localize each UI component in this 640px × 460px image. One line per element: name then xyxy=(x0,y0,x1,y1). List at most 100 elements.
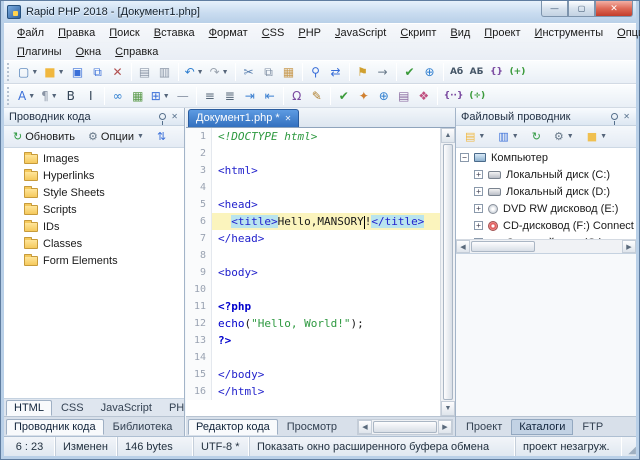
toolbar-grip[interactable] xyxy=(7,63,12,81)
tree-item[interactable]: Images xyxy=(4,150,184,167)
sort-button[interactable]: ⇅ xyxy=(152,128,171,146)
code-line[interactable]: 2 xyxy=(186,145,440,162)
close-document-button[interactable]: ✕ xyxy=(108,62,128,82)
file-options-button[interactable]: ⚙▼ xyxy=(549,128,579,146)
menu-item[interactable]: Формат xyxy=(202,25,255,41)
pin-icon[interactable] xyxy=(159,113,166,120)
toolbar-grip[interactable] xyxy=(7,87,12,105)
insert-table-button[interactable]: ⊞▼ xyxy=(148,86,173,106)
code-line[interactable]: 1<!DOCTYPE html> xyxy=(186,128,440,145)
goto-line-button[interactable]: → xyxy=(373,62,393,82)
color-palette-button[interactable]: ❖ xyxy=(414,86,434,106)
redo-button[interactable]: ↷▼ xyxy=(207,62,232,82)
syntax-check-button[interactable]: ✔ xyxy=(334,86,354,106)
expand-icon[interactable]: + xyxy=(474,187,483,196)
code-line[interactable]: 7</head> xyxy=(186,230,440,247)
resize-grip[interactable]: ◢ xyxy=(622,437,636,456)
close-button[interactable]: ✕ xyxy=(595,1,633,17)
bookmark-button[interactable]: ⚑ xyxy=(353,62,373,82)
code-pair-button[interactable]: {··} xyxy=(441,86,467,106)
tab-проект[interactable]: Проект xyxy=(458,419,510,435)
horizontal-scrollbar[interactable]: ◀ ▶ xyxy=(357,419,453,435)
find-button[interactable]: ⚲ xyxy=(306,62,326,82)
file-tree-item[interactable]: +CD-дисковод (F:) Connect Mana xyxy=(456,217,636,234)
menu-item[interactable]: Вставка xyxy=(147,25,202,41)
code-line[interactable]: 9<body> xyxy=(186,264,440,281)
menu-item[interactable]: Окна xyxy=(69,44,109,60)
scroll-right-icon[interactable]: ▶ xyxy=(622,240,636,253)
lowercase-tools-button[interactable]: Аб xyxy=(447,62,467,82)
refresh-files-button[interactable]: ↻ xyxy=(527,128,546,146)
indent-button[interactable]: ⇥ xyxy=(240,86,260,106)
scroll-up-icon[interactable]: ▲ xyxy=(441,128,455,143)
refresh-button[interactable]: ↻ Обновить xyxy=(8,128,80,146)
menu-item[interactable]: Опции xyxy=(610,25,640,41)
spell-check-button[interactable]: ✔ xyxy=(400,62,420,82)
file-tree-item[interactable]: −Компьютер xyxy=(456,149,636,166)
copy-button[interactable]: ⧉ xyxy=(259,62,279,82)
root-folder-button[interactable]: ■▼ xyxy=(582,128,612,146)
print-preview-button[interactable]: ▥ xyxy=(155,62,175,82)
web-preview-button[interactable]: ⊕ xyxy=(374,86,394,106)
scroll-left-icon[interactable]: ◀ xyxy=(456,240,470,253)
panel-close-icon[interactable]: ✕ xyxy=(622,112,631,121)
tab-javascript[interactable]: JavaScript xyxy=(93,400,160,416)
menu-item[interactable]: Поиск xyxy=(102,25,146,41)
vertical-scroll-thumb[interactable] xyxy=(443,144,453,400)
file-tree-item[interactable]: +Локальный диск (C:) xyxy=(456,166,636,183)
numbered-list-button[interactable]: ≣ xyxy=(220,86,240,106)
file-tree-item[interactable]: +Локальный диск (D:) xyxy=(456,183,636,200)
horizontal-rule-button[interactable]: — xyxy=(173,86,193,106)
list-view-button[interactable]: ▥▼ xyxy=(493,128,523,146)
tab-библиотека[interactable]: Библиотека xyxy=(105,419,181,435)
code-line[interactable]: 4 xyxy=(186,179,440,196)
horizontal-scroll-thumb[interactable] xyxy=(373,421,437,433)
bullet-list-button[interactable]: ≡ xyxy=(200,86,220,106)
replace-button[interactable]: ⇄ xyxy=(326,62,346,82)
collapse-icon[interactable]: − xyxy=(460,153,469,162)
code-library-button[interactable]: ▤ xyxy=(394,86,414,106)
menu-item[interactable]: Проект xyxy=(477,25,527,41)
bold-button[interactable]: B xyxy=(61,86,81,106)
code-line[interactable]: 14 xyxy=(186,349,440,366)
code-line[interactable]: 3<html> xyxy=(186,162,440,179)
code-line[interactable]: 6 <title>Hello,MANSORY!</title> xyxy=(186,213,440,230)
tab-html[interactable]: HTML xyxy=(6,400,52,416)
options-button[interactable]: ⚙ Опции ▼ xyxy=(83,128,149,146)
maximize-button[interactable]: ▢ xyxy=(568,1,595,17)
scroll-right-icon[interactable]: ▶ xyxy=(438,420,452,434)
code-line[interactable]: 12echo("Hello, World!"); xyxy=(186,315,440,332)
browser-preview-button[interactable]: ⊕ xyxy=(420,62,440,82)
menu-item[interactable]: Правка xyxy=(51,25,102,41)
file-tree-scrollbar[interactable]: ◀ ▶ xyxy=(456,239,636,253)
tab-ftp[interactable]: FTP xyxy=(574,419,611,435)
paste-button[interactable]: ▦ xyxy=(279,62,299,82)
code-line[interactable]: 5<head> xyxy=(186,196,440,213)
code-line[interactable]: 15</body> xyxy=(186,366,440,383)
print-button[interactable]: ▤ xyxy=(135,62,155,82)
scroll-down-icon[interactable]: ▼ xyxy=(441,401,455,416)
new-document-button[interactable]: ▢▼ xyxy=(15,62,41,82)
save-file-button[interactable]: ▣ xyxy=(68,62,88,82)
menu-item[interactable]: Скрипт xyxy=(393,25,443,41)
tab-каталоги[interactable]: Каталоги xyxy=(511,419,573,435)
menu-item[interactable]: PHP xyxy=(291,25,328,41)
cut-button[interactable]: ✂ xyxy=(239,62,259,82)
expand-icon[interactable]: + xyxy=(474,204,483,213)
menu-item[interactable]: Справка xyxy=(108,44,165,60)
tab-проводник-кода[interactable]: Проводник кода xyxy=(6,419,104,435)
tab-close-icon[interactable]: ✕ xyxy=(285,114,292,123)
menu-item[interactable]: CSS xyxy=(255,25,292,41)
menu-item[interactable]: JavaScript xyxy=(328,25,393,41)
tab-просмотр[interactable]: Просмотр xyxy=(279,419,345,435)
save-all-button[interactable]: ⧉ xyxy=(88,62,108,82)
code-line[interactable]: 16</html> xyxy=(186,383,440,400)
comment-button[interactable]: ✎ xyxy=(307,86,327,106)
title-bar[interactable]: Rapid PHP 2018 - [Документ1.php] — ▢ ✕ xyxy=(4,1,636,23)
code-cleaner-button[interactable]: ✦ xyxy=(354,86,374,106)
tree-item[interactable]: Scripts xyxy=(4,201,184,218)
special-insert-button[interactable]: (+) xyxy=(507,62,529,82)
tree-item[interactable]: Hyperlinks xyxy=(4,167,184,184)
folder-view-button[interactable]: ▤▼ xyxy=(460,128,490,146)
menu-item[interactable]: Вид xyxy=(443,25,477,41)
